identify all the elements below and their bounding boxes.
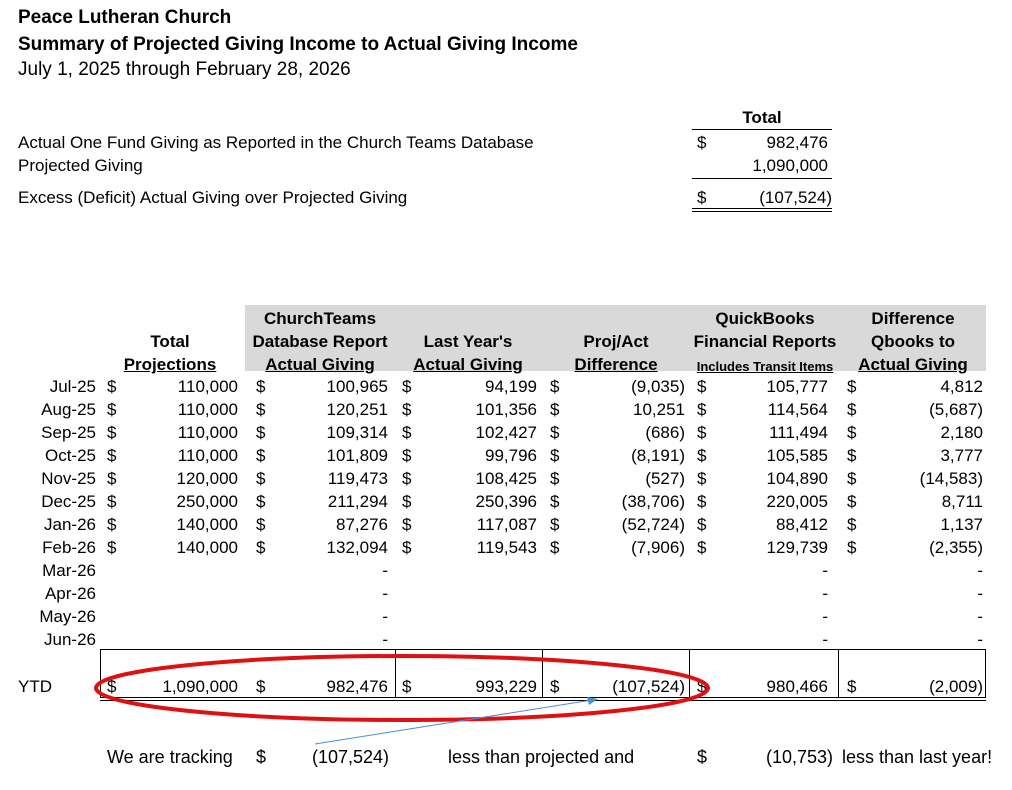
highlight-ellipse xyxy=(94,654,710,722)
footer-less-last-year: less than last year! xyxy=(842,747,993,767)
arrow-line xyxy=(314,699,593,745)
footer-amount-2: (10,753) xyxy=(766,747,834,767)
footer-currency-2: $ xyxy=(697,747,708,767)
footer-tracking: We are tracking xyxy=(107,747,233,767)
footer-currency-1: $ xyxy=(256,747,267,767)
arrow-head xyxy=(587,697,598,705)
footer-less-projected: less than projected and xyxy=(448,747,635,767)
annotation-overlay xyxy=(94,654,710,745)
footer-amount-1: (107,524) xyxy=(312,747,390,767)
